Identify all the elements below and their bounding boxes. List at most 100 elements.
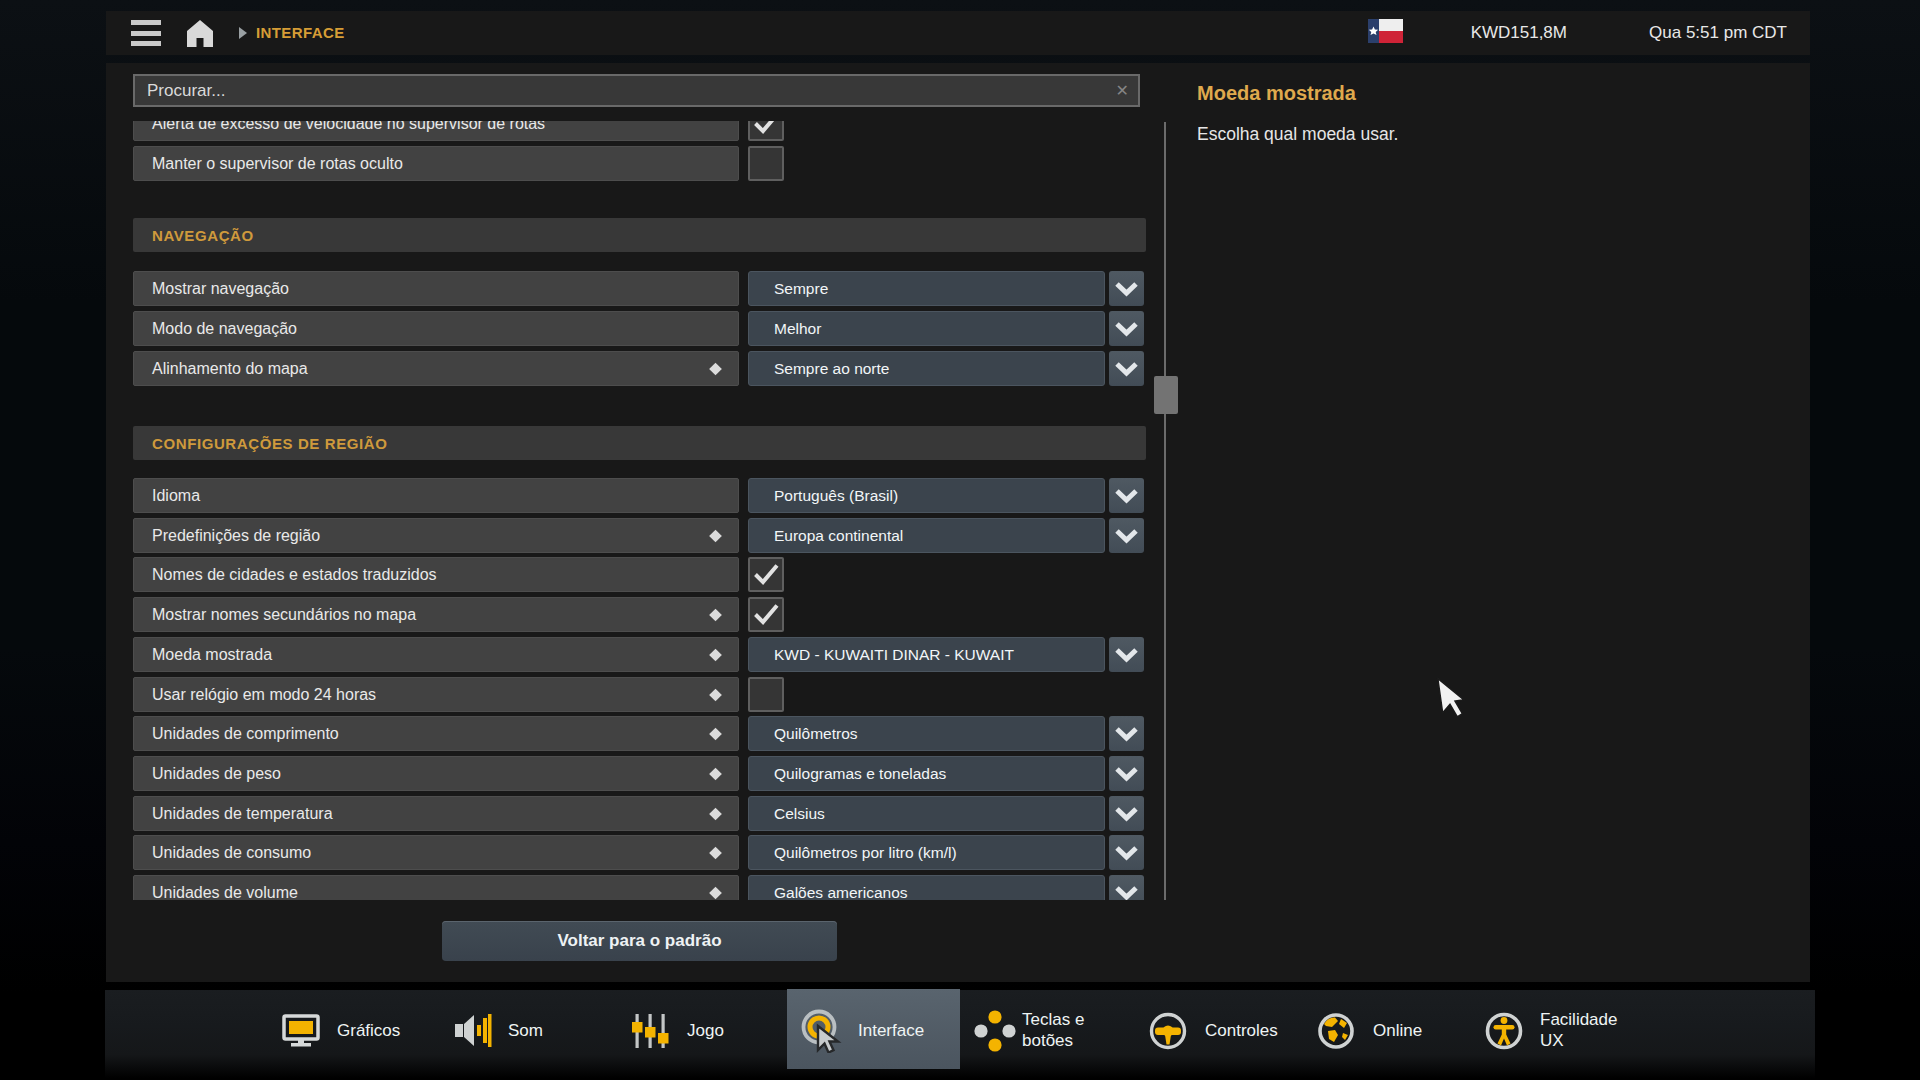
dropdown-value[interactable]: Celsius — [748, 796, 1105, 831]
nav-label: Online — [1373, 1020, 1422, 1041]
dropdown-value-text: KWD - KUWAITI DINAR - KUWAIT — [774, 646, 1014, 664]
globe-icon — [1314, 1009, 1358, 1053]
scrollbar-track[interactable] — [1164, 122, 1166, 900]
nav-label: Som — [508, 1020, 543, 1041]
setting-label: Unidades de peso — [152, 765, 281, 783]
setting-row-label[interactable]: Mostrar nomes secundários no mapa — [133, 597, 739, 632]
search-input[interactable]: Procurar... — [147, 76, 225, 105]
dropdown-arrow-button[interactable] — [1109, 716, 1144, 751]
setting-row-label[interactable]: Mostrar navegação — [133, 271, 739, 306]
home-icon[interactable] — [186, 18, 214, 48]
nav-label: Jogo — [687, 1020, 724, 1041]
dropdown-value-text: Sempre ao norte — [774, 360, 889, 378]
setting-label: Idioma — [152, 487, 200, 505]
settings-panel: Procurar... ✕ Alerta de excesso de veloc… — [106, 63, 1810, 982]
top-bar: INTERFACE KWD151,8M Qua 5:51 pm CDT — [106, 11, 1810, 55]
search-box[interactable]: Procurar... ✕ — [133, 74, 1140, 107]
dropdown-value[interactable]: KWD - KUWAITI DINAR - KUWAIT — [748, 637, 1105, 672]
checkbox-checked[interactable] — [748, 121, 784, 141]
setting-row-label[interactable]: Idioma — [133, 478, 739, 513]
setting-row-label[interactable]: Unidades de comprimento — [133, 716, 739, 751]
dropdown-value[interactable]: Quilogramas e toneladas — [748, 756, 1105, 791]
dropdown-arrow-button[interactable] — [1109, 756, 1144, 791]
setting-row-label[interactable]: Nomes de cidades e estados traduzidos — [133, 557, 739, 592]
setting-label: Alerta de excesso de velocidade no super… — [152, 121, 545, 133]
dropdown-arrow-button[interactable] — [1109, 518, 1144, 553]
checkbox-checked[interactable] — [748, 557, 784, 592]
settings-scroll-area: Alerta de excesso de velocidade no super… — [106, 121, 1164, 900]
dropdown-value-text: Quilogramas e toneladas — [774, 765, 946, 783]
setting-row-label[interactable]: Alerta de excesso de velocidade no super… — [133, 121, 739, 141]
setting-label: Unidades de volume — [152, 884, 298, 901]
checkbox-unchecked[interactable] — [748, 146, 784, 181]
dropdown-arrow-button[interactable] — [1109, 311, 1144, 346]
dropdown-value[interactable]: Quilômetros por litro (km/l) — [748, 835, 1105, 870]
dropdown-arrow-button[interactable] — [1109, 271, 1144, 306]
setting-row-label[interactable]: Predefinições de região — [133, 518, 739, 553]
nav-label: Interface — [858, 1020, 924, 1041]
steering-wheel-icon — [1146, 1009, 1190, 1053]
diamond-marker-icon — [709, 688, 722, 701]
checkbox-unchecked[interactable] — [748, 677, 784, 712]
section-header: NAVEGAÇÃO — [133, 218, 1146, 252]
setting-row-label[interactable]: Moeda mostrada — [133, 637, 739, 672]
dropdown-value[interactable]: Sempre — [748, 271, 1105, 306]
dropdown-value-text: Quilômetros — [774, 725, 858, 743]
setting-row-label[interactable]: Modo de navegação — [133, 311, 739, 346]
setting-help-description: Escolha qual moeda usar. — [1197, 124, 1398, 145]
dropdown-arrow-button[interactable] — [1109, 637, 1144, 672]
texas-flag-icon — [1368, 19, 1403, 43]
setting-label: Predefinições de região — [152, 527, 320, 545]
dropdown-value[interactable]: Quilômetros — [748, 716, 1105, 751]
breadcrumb-chevron-icon — [239, 27, 247, 39]
setting-row-label[interactable]: Unidades de temperatura — [133, 796, 739, 831]
setting-row-label[interactable]: Alinhamento do mapa — [133, 351, 739, 386]
reset-defaults-button[interactable]: Voltar para o padrão — [442, 921, 837, 961]
setting-label: Unidades de temperatura — [152, 805, 333, 823]
menu-icon[interactable] — [131, 20, 161, 46]
setting-label: Unidades de consumo — [152, 844, 311, 862]
dropdown-value[interactable]: Europa continental — [748, 518, 1105, 553]
diamond-marker-icon — [709, 807, 722, 820]
diamond-marker-icon — [709, 362, 722, 375]
setting-row-label[interactable]: Unidades de consumo — [133, 835, 739, 870]
dropdown-value-text: Celsius — [774, 805, 825, 823]
setting-label: Mostrar nomes secundários no mapa — [152, 606, 416, 624]
setting-row-label[interactable]: Usar relógio em modo 24 horas — [133, 677, 739, 712]
monitor-icon — [279, 1009, 323, 1053]
setting-label: Mostrar navegação — [152, 280, 289, 298]
checkbox-checked[interactable] — [748, 597, 784, 632]
setting-label: Manter o supervisor de rotas oculto — [152, 155, 403, 173]
scrollbar-thumb[interactable] — [1154, 376, 1178, 414]
nav-label: Gráficos — [337, 1020, 400, 1041]
speaker-icon — [451, 1009, 495, 1053]
setting-row-label[interactable]: Unidades de peso — [133, 756, 739, 791]
accessibility-icon — [1482, 1009, 1526, 1053]
dropdown-value[interactable]: Sempre ao norte — [748, 351, 1105, 386]
nav-label: FacilidadeUX — [1540, 1009, 1618, 1051]
dropdown-value[interactable]: Melhor — [748, 311, 1105, 346]
clear-search-icon[interactable]: ✕ — [1116, 76, 1129, 105]
money-balance: KWD151,8M — [1471, 11, 1567, 55]
buttons-dots-icon — [973, 1009, 1017, 1053]
setting-help-title: Moeda mostrada — [1197, 82, 1356, 105]
setting-label: Modo de navegação — [152, 320, 297, 338]
setting-row-label[interactable]: Manter o supervisor de rotas oculto — [133, 146, 739, 181]
dropdown-arrow-button[interactable] — [1109, 835, 1144, 870]
breadcrumb: INTERFACE — [256, 11, 345, 55]
mouse-cursor — [1437, 673, 1477, 725]
dropdown-value[interactable]: Galões americanos — [748, 875, 1105, 900]
dropdown-arrow-button[interactable] — [1109, 351, 1144, 386]
setting-label: Unidades de comprimento — [152, 725, 339, 743]
dropdown-arrow-button[interactable] — [1109, 875, 1144, 900]
diamond-marker-icon — [709, 648, 722, 661]
section-title: NAVEGAÇÃO — [152, 227, 254, 244]
setting-label: Alinhamento do mapa — [152, 360, 308, 378]
dropdown-value[interactable]: Português (Brasil) — [748, 478, 1105, 513]
setting-row-label[interactable]: Unidades de volume — [133, 875, 739, 900]
dropdown-value-text: Galões americanos — [774, 884, 908, 901]
section-title: CONFIGURAÇÕES DE REGIÃO — [152, 435, 387, 452]
section-header: CONFIGURAÇÕES DE REGIÃO — [133, 426, 1146, 460]
dropdown-arrow-button[interactable] — [1109, 796, 1144, 831]
dropdown-arrow-button[interactable] — [1109, 478, 1144, 513]
